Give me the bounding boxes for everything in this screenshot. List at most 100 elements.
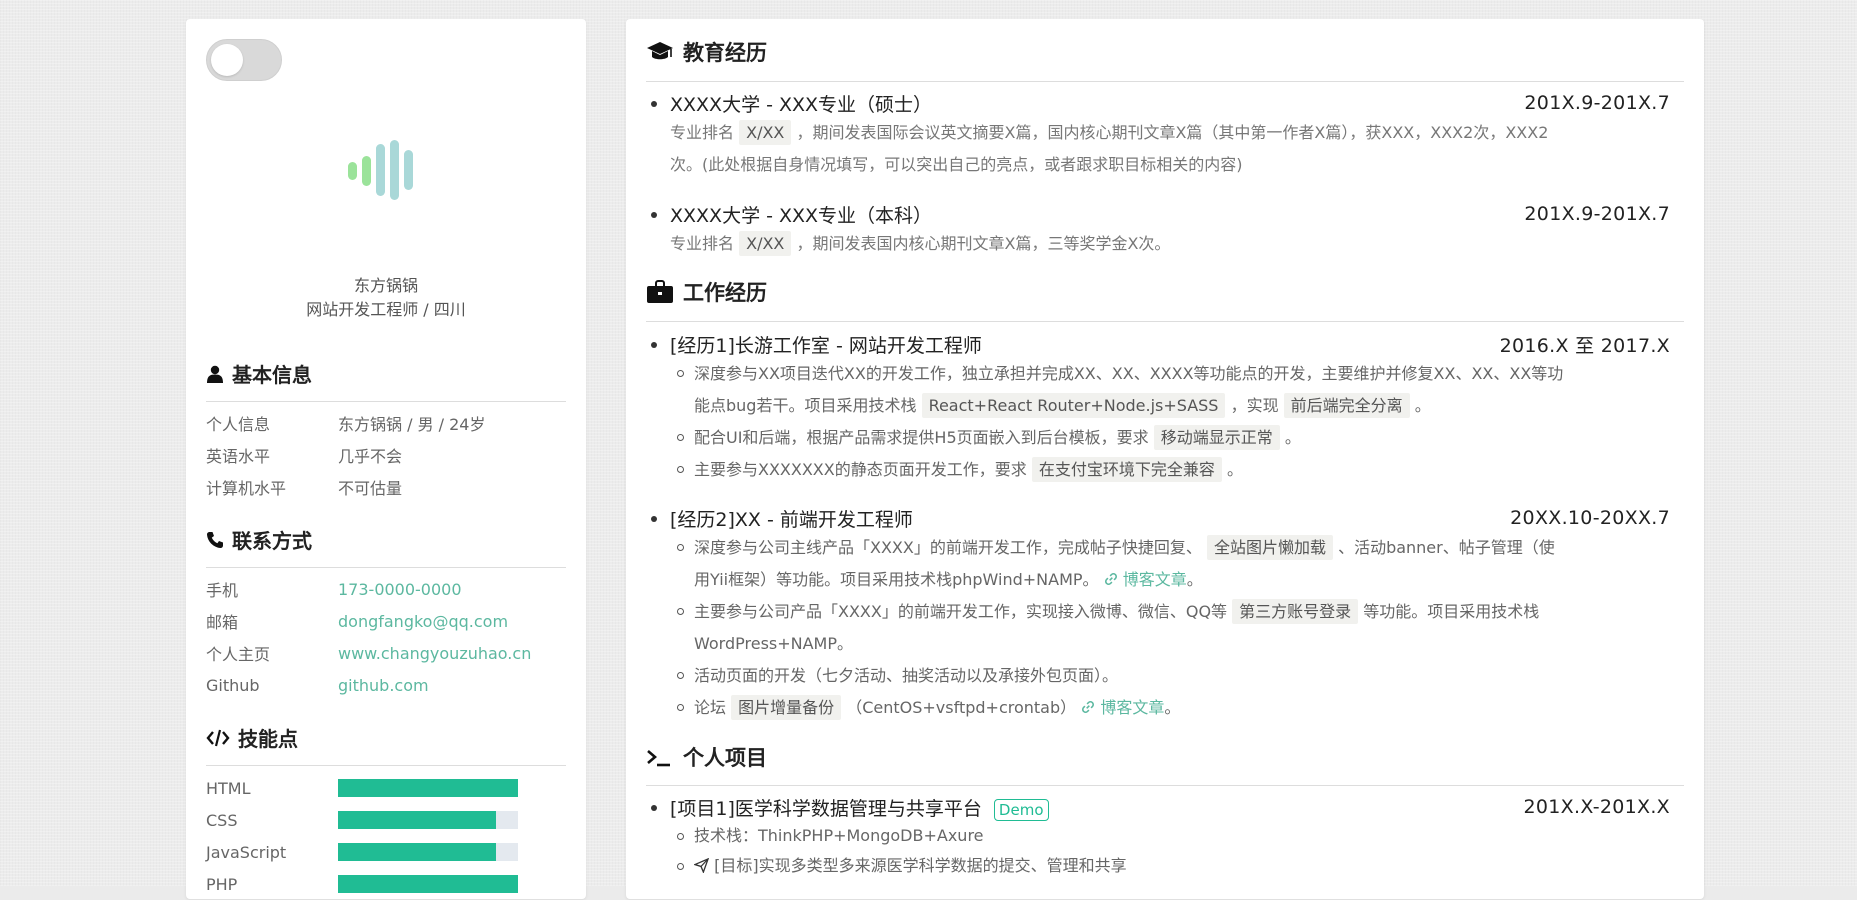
bullet-text: 论坛 <box>694 698 727 717</box>
toggle-knob[interactable] <box>211 44 243 76</box>
entry-title: XXXX大学 - XXX专业（本科） <box>670 204 933 227</box>
bullet-text: （CentOS+vsftpd+crontab） <box>846 698 1077 717</box>
skill-bar-fill <box>338 811 497 829</box>
tech-stack-code: React+React Router+Node.js+SASS <box>921 393 1226 418</box>
entry-title: [经历1]长游工作室 - 网站开发工程师 <box>670 334 982 357</box>
skill-name: HTML <box>206 778 251 798</box>
theme-toggle[interactable] <box>206 39 282 81</box>
highlight-code: 全站图片懒加载 <box>1206 535 1333 560</box>
basic-info-list: 个人信息 东方锅锅 / 男 / 24岁 英语水平 几乎不会 计算机水平 不可估量 <box>206 407 566 503</box>
skill-bar <box>338 779 518 797</box>
list-item: 论坛 图片增量备份 （CentOS+vsftpd+crontab） 博客文章。 <box>677 692 1670 724</box>
bullet-text: 等功能。项目采用技术栈 <box>1363 602 1540 621</box>
bullet-text: 、活动banner、帖子管理（使 <box>1338 538 1555 557</box>
bullet-text: 活动页面的开发（七夕活动、抽奖活动以及承接外包页面）。 <box>694 666 1119 685</box>
skill-bar <box>338 843 518 861</box>
resume-main: 教育经历 XXXX大学 - XXX专业（硕士） 201X.9-201X.7 专业… <box>626 19 1704 899</box>
basic-info-heading: 基本信息 <box>206 359 312 388</box>
bullet-text: 用Yii框架）等功能。项目采用技术栈phpWind+NAMP。 <box>694 570 1099 589</box>
entry-header: XXXX大学 - XXX专业（硕士） 201X.9-201X.7 <box>646 89 1670 117</box>
ranking-code: X/XX <box>739 231 792 256</box>
phone-link[interactable]: 173-0000-0000 <box>338 580 462 599</box>
entry-date: 201X.9-201X.7 <box>1524 92 1670 114</box>
highlight-code: 第三方账号登录 <box>1232 599 1359 624</box>
contact-key: 邮箱 <box>206 613 239 632</box>
bullet-text: 主要参与XXXXXXX的静态页面开发工作，要求 <box>694 460 1027 479</box>
terminal-icon <box>647 750 670 767</box>
github-link[interactable]: github.com <box>338 676 429 695</box>
skill-name: PHP <box>206 874 238 894</box>
skills-title: 技能点 <box>238 727 298 751</box>
entry-date: 201X.X-201X.X <box>1523 796 1670 818</box>
education-entry: XXXX大学 - XXX专业（硕士） 201X.9-201X.7 专业排名 X/… <box>646 89 1670 181</box>
contact-key: Github <box>206 675 260 695</box>
email-link[interactable]: dongfangko@qq.com <box>338 612 508 631</box>
blog-link[interactable]: 博客文章 <box>1104 570 1187 589</box>
highlight-code: 在支付宝环境下完全兼容 <box>1031 457 1222 482</box>
skill-bar <box>338 811 518 829</box>
bullet-text: 。 <box>1226 460 1243 479</box>
link-icon <box>1082 700 1095 714</box>
info-value: 东方锅锅 / 男 / 24岁 <box>338 415 486 434</box>
work-entry: [经历2]XX - 前端开发工程师 20XX.10-20XX.7 深度参与公司主… <box>646 504 1670 724</box>
profile-name: 东方锅锅 <box>353 276 418 295</box>
entry-description: 专业排名 X/XX ，期间发表国内核心期刊文章X篇，三等奖学金X次。 <box>646 228 1670 260</box>
project-entry: [项目1]医学科学数据管理与共享平台 Demo 201X.X-201X.X 技术栈… <box>646 793 1670 881</box>
bullet-text: ，实现 <box>1230 396 1279 415</box>
skill-bar <box>338 875 518 893</box>
bullet-text: 深度参与公司主线产品「XXXX」的前端开发工作，完成帖子快捷回复、 <box>694 538 1202 557</box>
bullet-text: [目标]实现多类型多来源医学科学数据的提交、管理和共享 <box>714 856 1127 875</box>
contact-row-homepage: 个人主页 www.changyouzuhao.cn <box>206 637 566 669</box>
entry-title: [经历2]XX - 前端开发工程师 <box>670 508 913 531</box>
education-title: 教育经历 <box>683 41 767 65</box>
entry-title-wrap: [项目1]医学科学数据管理与共享平台 Demo <box>670 794 1049 821</box>
profile-role: 网站开发工程师 / 四川 <box>306 300 466 319</box>
bullet-text: 。 <box>1284 428 1301 447</box>
desc-text: 专业排名 <box>670 234 735 253</box>
bullet-text: 技术栈：ThinkPHP+MongoDB+Axure <box>694 826 984 845</box>
info-row: 英语水平 几乎不会 <box>206 439 566 471</box>
highlight-code: 移动端显示正常 <box>1153 425 1280 450</box>
bullet-text: 配合UI和后端，根据产品需求提供H5页面嵌入到后台模板，要求 <box>694 428 1149 447</box>
blog-link-label[interactable]: 博客文章 <box>1100 698 1164 717</box>
list-item: [目标]实现多类型多来源医学科学数据的提交、管理和共享 <box>677 851 1670 881</box>
desc-text: ，期间发表国际会议英文摘要X篇，国内核心期刊文章X篇（其中第一作者X篇），获XX… <box>796 123 1549 142</box>
list-item: 配合UI和后端，根据产品需求提供H5页面嵌入到后台模板，要求 移动端显示正常 。 <box>677 422 1670 454</box>
profile-name-block: 东方锅锅 网站开发工程师 / 四川 <box>186 274 586 322</box>
entry-header: [经历1]长游工作室 - 网站开发工程师 2016.X 至 2017.X <box>646 330 1670 358</box>
entry-header: [经历2]XX - 前端开发工程师 20XX.10-20XX.7 <box>646 504 1670 532</box>
desc-text: ，期间发表国内核心期刊文章X篇，三等奖学金X次。 <box>796 234 1171 253</box>
bullet-text: WordPress+NAMP。 <box>694 634 854 653</box>
skill-bar-fill <box>338 843 497 861</box>
list-item: 深度参与XX项目迭代XX的开发工作，独立承担并完成XX、XX、XXXX等功能点的… <box>677 358 1670 422</box>
entry-header: [项目1]医学科学数据管理与共享平台 Demo 201X.X-201X.X <box>646 793 1670 821</box>
skill-name: JavaScript <box>206 842 287 862</box>
blog-link-label[interactable]: 博客文章 <box>1123 570 1187 589</box>
contact-key: 手机 <box>206 581 239 600</box>
divider <box>646 785 1684 786</box>
basic-info-title: 基本信息 <box>232 363 312 387</box>
contact-title: 联系方式 <box>232 529 312 553</box>
contact-row-email: 邮箱 dongfangko@qq.com <box>206 605 566 637</box>
bullet-text: 。 <box>1186 570 1203 589</box>
info-row: 计算机水平 不可估量 <box>206 471 566 503</box>
skill-row: PHP <box>206 868 566 900</box>
divider <box>646 81 1684 82</box>
homepage-link[interactable]: www.changyouzuhao.cn <box>338 644 531 663</box>
skill-bar-fill <box>338 779 518 797</box>
demo-badge-link[interactable]: Demo <box>993 798 1049 821</box>
bullet-text: 深度参与XX项目迭代XX的开发工作，独立承担并完成XX、XX、XXXX等功能点的… <box>694 364 1564 383</box>
entry-title: XXXX大学 - XXX专业（硕士） <box>670 93 933 116</box>
briefcase-icon <box>647 280 673 303</box>
desc-text: 专业排名 <box>670 123 735 142</box>
skills-heading: 技能点 <box>206 723 298 752</box>
entry-bullets: 深度参与公司主线产品「XXXX」的前端开发工作，完成帖子快捷回复、 全站图片懒加… <box>646 532 1670 724</box>
blog-link[interactable]: 博客文章 <box>1081 698 1164 717</box>
projects-heading: 个人项目 <box>646 742 767 772</box>
divider <box>206 567 566 568</box>
paper-plane-icon <box>693 857 710 874</box>
list-item: 主要参与公司产品「XXXX」的前端开发工作，实现接入微博、微信、QQ等 第三方账… <box>677 596 1670 660</box>
profile-sidebar: 东方锅锅 网站开发工程师 / 四川 基本信息 个人信息 东方锅锅 / 男 / 24… <box>186 19 586 899</box>
info-key: 英语水平 <box>206 447 271 466</box>
highlight-code: 前后端完全分离 <box>1283 393 1410 418</box>
